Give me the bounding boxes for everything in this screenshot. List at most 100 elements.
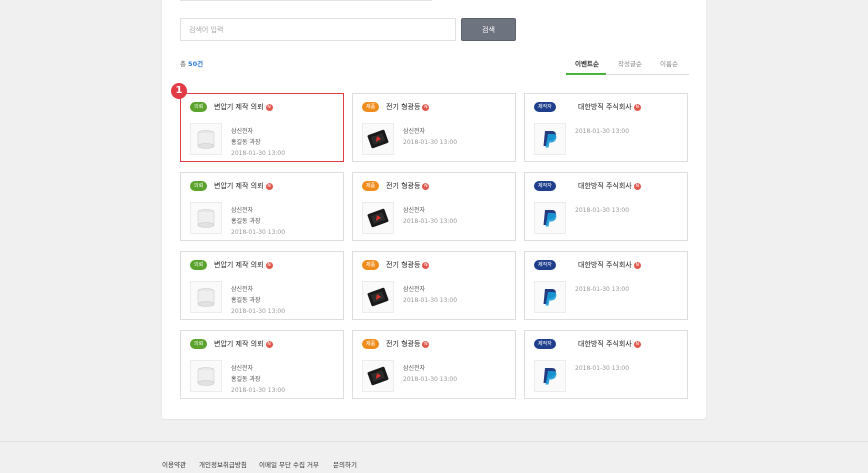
card-info: 2018-01-30 13:00 <box>575 205 629 216</box>
company-name: 삼신전자 <box>231 365 254 372</box>
listing-card[interactable]: 제작자 대한방직 주식회사 N 2018-01-30 13:00 <box>524 251 688 320</box>
card-info: 삼신전자 2018-01-30 13:00 <box>403 284 457 306</box>
paypal-logo[interactable] <box>534 360 566 392</box>
transformer-image[interactable] <box>190 202 222 234</box>
paypal-logo[interactable] <box>534 123 566 155</box>
card-title[interactable]: 전기 형광등 N <box>386 260 430 270</box>
card-title-text: 대한방직 주식회사 <box>578 261 632 269</box>
new-badge-icon: N <box>265 104 273 111</box>
card-title[interactable]: 대한방직 주식회사 N <box>578 339 641 349</box>
sort-active-indicator <box>566 73 606 75</box>
category-badge: 의뢰 <box>190 339 208 349</box>
new-badge-icon: N <box>633 183 641 190</box>
listing-card[interactable]: 의뢰 변압기 제작 의뢰 N 삼신전자 홍길동 과장 2018-01-30 13:00 <box>180 251 344 320</box>
card-info: 삼신전자 2018-01-30 13:00 <box>403 205 457 227</box>
company-name: 삼신전자 <box>231 128 254 135</box>
card-title[interactable]: 전기 형광등 N <box>386 181 430 191</box>
new-badge-icon: N <box>633 262 641 269</box>
company-name: 삼신전자 <box>403 207 426 214</box>
card-title[interactable]: 전기 형광등 N <box>386 339 430 349</box>
card-info: 삼신전자 2018-01-30 13:00 <box>403 126 457 148</box>
listing-card[interactable]: 제작자 대한방직 주식회사 N 2018-01-30 13:00 <box>524 172 688 241</box>
date: 2018-01-30 13:00 <box>231 150 286 157</box>
card-title-text: 변압기 제작 의뢰 <box>214 261 264 269</box>
device-image[interactable] <box>362 202 394 234</box>
category-badge: 제작자 <box>534 339 556 349</box>
footer-link-contact[interactable]: 문의하기 <box>333 459 357 469</box>
company-name: 삼신전자 <box>231 207 254 214</box>
date: 2018-01-30 13:00 <box>231 387 286 394</box>
listing-card[interactable]: 제품 전기 형광등 N 삼신전자 2018-01-30 13:00 <box>352 330 516 399</box>
card-info: 삼신전자홍길동 과장 2018-01-30 13:00 <box>231 126 285 159</box>
listing-card[interactable]: 의뢰 변압기 제작 의뢰 N 삼신전자 홍길동 과장 2018-01-30 13:00 <box>180 172 344 241</box>
sort-event[interactable]: 이벤트순 <box>575 58 599 68</box>
date: 2018-01-30 13:00 <box>575 365 630 372</box>
category-badge: 제품 <box>362 260 380 270</box>
card-title[interactable]: 변압기 제작 의뢰 N <box>214 102 273 112</box>
footer-link-terms[interactable]: 이용약관 <box>162 459 186 469</box>
contact-person: 홍길동 과장 <box>231 139 261 146</box>
card-title-text: 전기 형광등 <box>386 261 421 269</box>
card-info: 삼신전자홍길동 과장 2018-01-30 13:00 <box>231 205 285 238</box>
listing-card[interactable]: 제품 전기 형광등 N 삼신전자 2018-01-30 13:00 <box>352 172 516 241</box>
card-title[interactable]: 대한방직 주식회사 N <box>578 181 641 191</box>
card-title-text: 대한방직 주식회사 <box>578 103 632 111</box>
date: 2018-01-30 13:00 <box>231 308 286 315</box>
paypal-logo[interactable] <box>534 202 566 234</box>
card-title[interactable]: 전기 형광등 N <box>386 102 430 112</box>
transformer-image[interactable] <box>190 123 222 155</box>
card-title[interactable]: 대한방직 주식회사 N <box>578 260 641 270</box>
new-badge-icon: N <box>633 104 641 111</box>
card-title[interactable]: 변압기 제작 의뢰 N <box>214 339 273 349</box>
listing-card[interactable]: 제품 전기 형광등 N 삼신전자 2018-01-30 13:00 <box>352 93 516 162</box>
card-title[interactable]: 대한방직 주식회사 N <box>578 102 641 112</box>
card-info: 2018-01-30 13:00 <box>575 363 629 374</box>
new-badge-icon: N <box>422 262 430 269</box>
card-info: 2018-01-30 13:00 <box>575 284 629 295</box>
device-image[interactable] <box>362 281 394 313</box>
listing-card[interactable]: 제품 전기 형광등 N 삼신전자 2018-01-30 13:00 <box>352 251 516 320</box>
card-info: 2018-01-30 13:00 <box>575 126 629 137</box>
date: 2018-01-30 13:00 <box>403 376 458 383</box>
listing-card[interactable]: 제작자 대한방직 주식회사 N 2018-01-30 13:00 <box>524 330 688 399</box>
contact-person: 홍길동 과장 <box>231 218 261 225</box>
category-badge: 의뢰 <box>190 260 208 270</box>
step-marker: 1 <box>171 83 187 99</box>
paypal-logo[interactable] <box>534 281 566 313</box>
date: 2018-01-30 13:00 <box>403 297 458 304</box>
company-name: 삼신전자 <box>403 128 426 135</box>
footer-link-email-refusal[interactable]: 이메일 무단 수집 거부 <box>259 459 319 469</box>
category-badge: 제품 <box>362 339 380 349</box>
card-title-text: 대한방직 주식회사 <box>578 182 632 190</box>
card-title[interactable]: 변압기 제작 의뢰 N <box>214 181 273 191</box>
category-badge: 제작자 <box>534 260 556 270</box>
new-badge-icon: N <box>422 341 430 348</box>
search-button[interactable]: 검색 <box>461 18 516 41</box>
footer-link-privacy[interactable]: 개인정보취급방침 <box>199 459 247 469</box>
device-image[interactable] <box>362 360 394 392</box>
card-title-text: 대한방직 주식회사 <box>578 340 632 348</box>
company-name: 삼신전자 <box>403 365 426 372</box>
listing-card[interactable]: 의뢰 변압기 제작 의뢰 N 삼신전자홍길동 과장 2018-01-30 13:00 <box>180 330 344 399</box>
card-title[interactable]: 변압기 제작 의뢰 N <box>214 260 273 270</box>
transformer-image[interactable] <box>190 281 222 313</box>
sort-posts[interactable]: 작성글순 <box>618 58 642 68</box>
contact-person: 홍길동 과장 <box>231 376 261 383</box>
divider <box>180 0 432 1</box>
category-badge: 제품 <box>362 181 380 191</box>
device-image[interactable] <box>362 123 394 155</box>
listing-card[interactable]: 의뢰 변압기 제작 의뢰 N 삼신전자홍길동 과장 2018-01-30 13:00 <box>180 93 344 162</box>
company-name: 삼신전자 <box>403 286 426 293</box>
date: 2018-01-30 13:00 <box>231 229 286 236</box>
date: 2018-01-30 13:00 <box>403 139 458 146</box>
card-title-text: 전기 형광등 <box>386 340 421 348</box>
new-badge-icon: N <box>422 183 430 190</box>
search-input[interactable] <box>180 18 456 41</box>
transformer-image[interactable] <box>190 360 222 392</box>
sort-name[interactable]: 이름순 <box>660 58 678 68</box>
listing-card[interactable]: 제작자 대한방직 주식회사 N 2018-01-30 13:00 <box>524 93 688 162</box>
category-badge: 제작자 <box>534 181 556 191</box>
date: 2018-01-30 13:00 <box>575 286 630 293</box>
new-badge-icon: N <box>265 262 273 269</box>
category-badge: 의뢰 <box>190 102 208 112</box>
